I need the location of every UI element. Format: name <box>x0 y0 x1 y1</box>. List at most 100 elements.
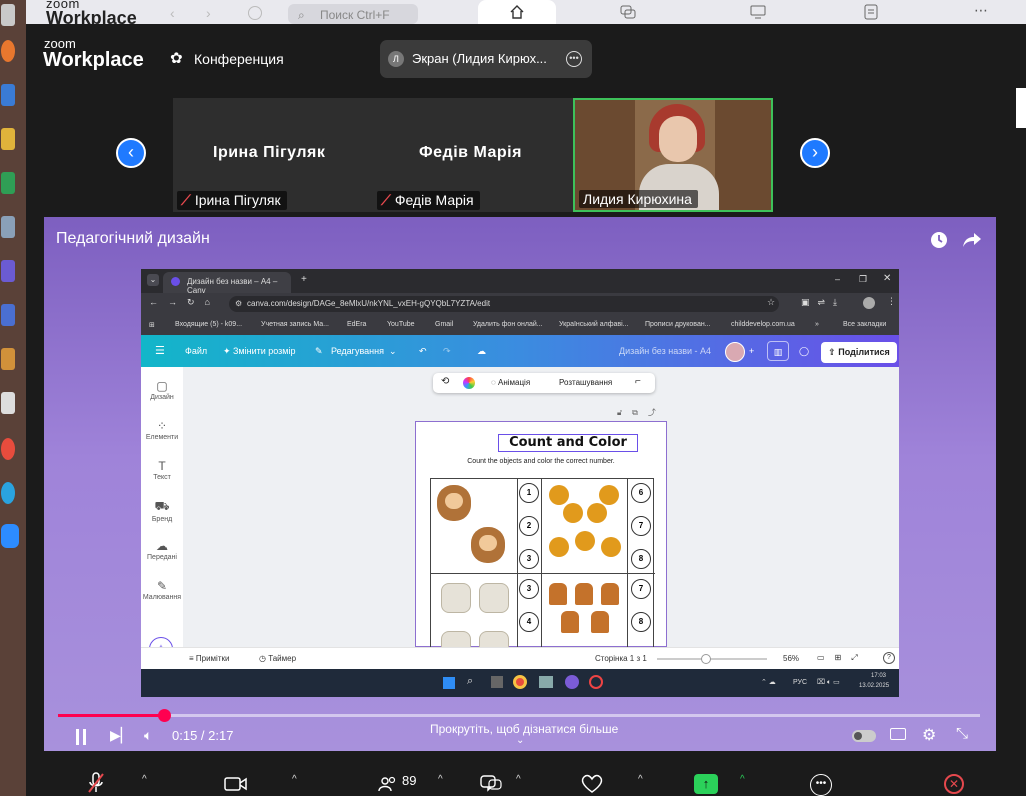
insights-icon[interactable]: ▥ <box>767 341 789 361</box>
record-icon[interactable] <box>589 675 603 689</box>
chrome-icon[interactable] <box>1 438 15 460</box>
back-arrow-icon[interactable]: ‹ <box>170 5 175 21</box>
cloud-save-icon[interactable]: ☁ <box>477 346 486 357</box>
number-circle[interactable]: 8 <box>631 549 651 569</box>
animation-button[interactable]: ◌ Анімація <box>491 378 530 387</box>
end-meeting-button[interactable]: ✕ <box>944 774 964 794</box>
sidebar-item-elements[interactable]: ⁘ Елементи <box>141 419 183 441</box>
replace-icon[interactable]: ⟲ <box>441 376 449 387</box>
address-bar[interactable]: ⚙ canva.com/design/DAGe_8eMlxU/nkYNL_vxE… <box>229 296 779 312</box>
folder-icon[interactable] <box>1 128 15 150</box>
settings-icon[interactable]: ⚙ <box>922 725 936 745</box>
bookmark-item[interactable]: Gmail <box>435 321 453 328</box>
bookmark-item[interactable]: EdEra <box>347 321 366 328</box>
number-circle[interactable]: 4 <box>519 612 539 632</box>
minimize-icon[interactable]: – <box>835 274 840 284</box>
bookmark-item[interactable]: Український алфаві... <box>559 321 629 328</box>
progress-track[interactable] <box>58 714 980 717</box>
muted-mic-icon[interactable] <box>88 772 104 794</box>
number-circle[interactable]: 3 <box>519 579 539 599</box>
redo-icon[interactable]: ↷ <box>443 346 451 357</box>
search-input[interactable]: ⌕ Поиск Ctrl+F <box>288 4 418 24</box>
os-app-icon[interactable] <box>1 4 15 26</box>
participants-options-caret[interactable]: ^ <box>438 774 443 785</box>
telegram-icon[interactable] <box>1 482 15 504</box>
archive-icon[interactable] <box>1 348 15 370</box>
apps-icon[interactable]: ⊞ <box>149 321 155 329</box>
watch-later-icon[interactable] <box>930 231 948 249</box>
worksheet-title[interactable]: Count and Color <box>498 434 638 452</box>
page-indicator[interactable]: Сторінка 1 з 1 <box>595 654 647 663</box>
bookmark-item[interactable]: Удалить фон онлай... <box>473 321 543 328</box>
language-indicator[interactable]: РУС <box>793 679 807 686</box>
participant-tile[interactable]: Ірина Пігуляк ⟋ Ірина Пігуляк <box>173 98 373 212</box>
file-icon[interactable] <box>1 392 15 414</box>
undo-icon[interactable]: ↶ <box>419 346 427 357</box>
reactions-heart-icon[interactable] <box>580 774 604 794</box>
tab-search-icon[interactable]: ⌄ <box>147 274 159 286</box>
video-options-caret[interactable]: ^ <box>292 774 297 785</box>
forward-arrow-icon[interactable]: › <box>206 5 211 21</box>
doc-icon[interactable] <box>1 84 15 106</box>
active-speaker-tile[interactable]: Лидия Кирюхина <box>573 98 773 212</box>
pause-icon[interactable] <box>76 729 86 745</box>
history-icon[interactable] <box>248 6 262 20</box>
number-circle[interactable]: 7 <box>631 516 651 536</box>
site-info-icon[interactable]: ⚙ <box>235 296 242 312</box>
number-circle[interactable]: 1 <box>519 483 539 503</box>
extension-icons[interactable]: ▣⇌⤓ <box>801 297 845 308</box>
canva-share-button[interactable]: ⇪ Поділитися <box>821 342 897 363</box>
sidebar-item-brand[interactable]: ⛟ Бренд <box>141 499 183 523</box>
sidebar-item-text[interactable]: T Текст <box>141 459 183 481</box>
chevron-down-icon[interactable]: ⌄ <box>516 735 524 746</box>
zoom-level[interactable]: 56% <box>783 654 799 663</box>
worksheet-page[interactable]: Count and Color Count the objects and co… <box>415 421 667 649</box>
participants-icon[interactable] <box>378 776 398 792</box>
collaborator-avatar[interactable] <box>725 342 745 362</box>
clock-time[interactable]: 17:03 <box>871 673 886 679</box>
home-tab[interactable] <box>478 0 556 24</box>
number-circle[interactable]: 8 <box>631 612 651 632</box>
task-view-icon[interactable] <box>491 676 503 688</box>
bookmark-item[interactable]: Учетная запись Ма... <box>261 321 329 328</box>
video-camera-icon[interactable] <box>224 776 248 792</box>
chrome-icon[interactable] <box>513 675 527 689</box>
audio-options-caret[interactable]: ^ <box>142 774 147 785</box>
screen-options-icon[interactable]: ••• <box>566 51 582 67</box>
image-icon[interactable] <box>1 216 15 238</box>
screen-share-pill[interactable]: Л Экран (Лидия Кирюх... ••• <box>380 40 592 78</box>
teams-icon[interactable] <box>1 260 15 282</box>
file-menu[interactable]: Файл <box>185 346 207 356</box>
zoom-taskbar-icon[interactable] <box>1 524 19 548</box>
bookmark-item[interactable]: YouTube <box>387 321 415 328</box>
next-participants-button[interactable]: › <box>800 138 830 168</box>
photos-icon[interactable] <box>539 676 553 688</box>
app-icon[interactable] <box>565 675 579 689</box>
system-icons[interactable]: ⌧ 🔈︎ ▭ <box>817 678 840 687</box>
add-collaborator-icon[interactable]: + <box>749 346 754 356</box>
color-icon[interactable] <box>463 377 475 389</box>
chat-options-caret[interactable]: ^ <box>516 774 521 785</box>
docs-tab-icon[interactable] <box>864 4 878 20</box>
number-circle[interactable]: 2 <box>519 516 539 536</box>
tray-icons[interactable]: ⌃ ☁ <box>761 678 776 686</box>
paint-roller-icon[interactable]: ⌐ <box>635 376 641 387</box>
more-bookmarks-icon[interactable]: » <box>815 321 819 328</box>
share-arrow-icon[interactable] <box>962 231 982 249</box>
number-circle[interactable]: 3 <box>519 549 539 569</box>
restore-icon[interactable]: ❐ <box>859 274 867 285</box>
help-icon[interactable]: ? <box>883 652 895 664</box>
notes-button[interactable]: ≡ Примітки <box>189 654 229 663</box>
timer-button[interactable]: ◷ Таймер <box>259 654 296 663</box>
resize-menu[interactable]: Змінити розмір <box>233 346 296 356</box>
progress-scrubber[interactable] <box>158 709 171 722</box>
zoom-slider[interactable] <box>657 658 767 660</box>
bookmark-item[interactable]: Прописи друкован... <box>645 321 711 328</box>
clock-date[interactable]: 13.02.2025 <box>859 683 889 689</box>
profile-avatar[interactable] <box>863 297 875 309</box>
editor-icon[interactable] <box>1 304 15 326</box>
view-icons[interactable]: ▭⊞⤢ <box>817 653 868 663</box>
meetings-tab-icon[interactable] <box>750 5 766 19</box>
comment-icon[interactable]: ◯ <box>799 346 809 357</box>
volume-icon[interactable]: 🔈︎ <box>144 727 152 744</box>
